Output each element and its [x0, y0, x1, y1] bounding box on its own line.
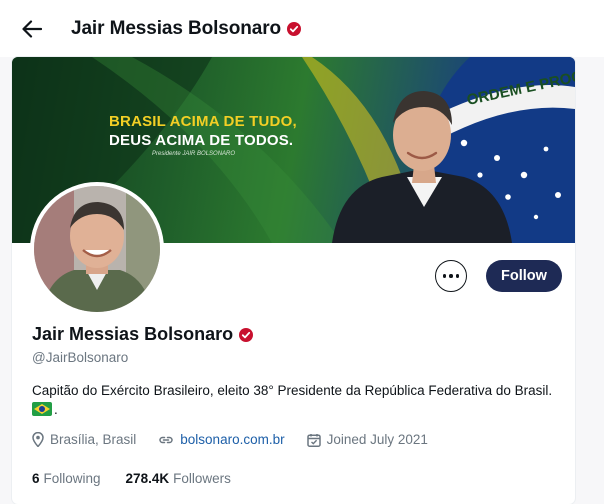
followers-stat[interactable]: 278.4K Followers — [126, 471, 231, 486]
profile-name: Jair Messias Bolsonaro — [32, 324, 254, 345]
arrow-left-icon — [22, 20, 42, 38]
website-link[interactable]: bolsonaro.com.br — [180, 432, 284, 447]
verified-badge-icon — [239, 327, 254, 342]
banner-signature: Presidente JAIR BOLSONARO — [152, 151, 236, 157]
profile-name-text: Jair Messias Bolsonaro — [32, 324, 234, 344]
profile-meta: Brasília, Brasil bolsonaro.com.br Joined… — [32, 432, 450, 447]
followers-count: 278.4K — [125, 471, 170, 486]
more-options-button[interactable] — [435, 260, 467, 292]
more-horizontal-icon — [442, 274, 460, 278]
profile-handle: @JairBolsonaro — [32, 350, 129, 365]
calendar-icon — [306, 433, 321, 447]
page-title: Jair Messias Bolsonaro — [71, 18, 302, 40]
link-icon — [159, 436, 174, 443]
back-button[interactable] — [20, 17, 44, 41]
bio-text: Capitão do Exército Brasileiro, eleito 3… — [32, 383, 553, 398]
location-text: Brasília, Brasil — [50, 432, 137, 447]
follow-button[interactable]: Follow — [486, 260, 562, 292]
followers-label: Followers — [173, 471, 231, 486]
profile-stats: 6 Following 278.4K Followers — [32, 471, 256, 486]
joined-item: Joined July 2021 — [306, 432, 428, 447]
top-bar: Jair Messias Bolsonaro — [0, 0, 604, 57]
website-item: bolsonaro.com.br — [158, 432, 285, 447]
bio-suffix: . — [54, 402, 58, 417]
location-item: Brasília, Brasil — [32, 432, 136, 447]
location-pin-icon — [32, 432, 44, 447]
brazil-flag-icon — [32, 402, 52, 416]
verified-badge-icon — [287, 22, 302, 36]
following-count: 6 — [32, 471, 40, 486]
joined-text: Joined July 2021 — [326, 432, 428, 447]
following-stat[interactable]: 6 Following — [32, 471, 101, 486]
banner-headline-2: DEUS ACIMA DE TODOS. — [109, 132, 294, 149]
page-title-text: Jair Messias Bolsonaro — [71, 18, 282, 39]
following-label: Following — [43, 471, 101, 486]
banner-headline-1: BRASIL ACIMA DE TUDO, — [109, 113, 297, 130]
profile-card: ORDEM E PROGRESSO BRASIL ACIMA DE TUDO, … — [12, 57, 575, 504]
avatar[interactable] — [30, 182, 164, 316]
profile-bio: Capitão do Exército Brasileiro, eleito 3… — [32, 381, 572, 419]
avatar-portrait — [34, 186, 160, 312]
